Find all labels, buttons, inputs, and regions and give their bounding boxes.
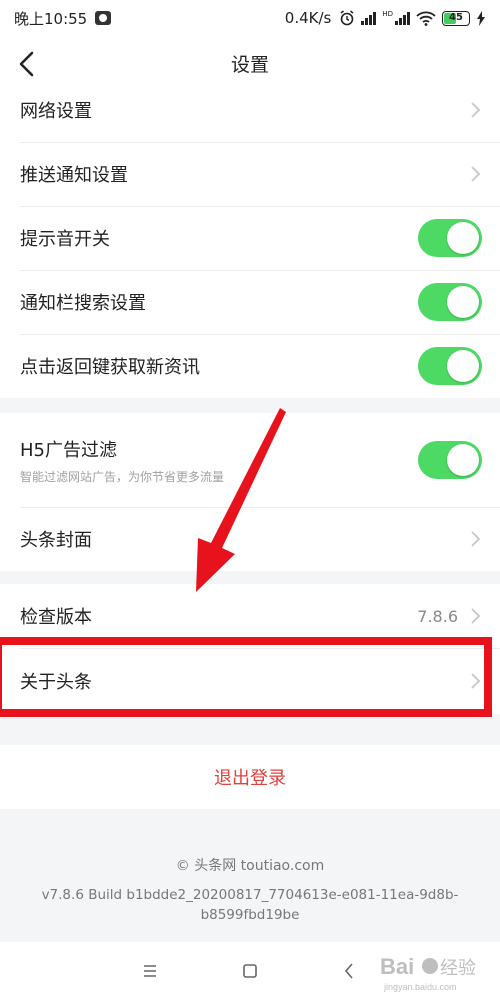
app-icon <box>95 11 112 25</box>
settings-group-content: H5广告过滤 智能过滤网站广告，为你节省更多流量 头条封面 <box>0 413 500 571</box>
row-h5-ad-filter: H5广告过滤 智能过滤网站广告，为你节省更多流量 <box>0 413 500 507</box>
back-icon[interactable] <box>338 959 362 983</box>
row-label: 点击返回键获取新资讯 <box>20 357 200 378</box>
chevron-left-icon[interactable] <box>16 50 40 78</box>
hd-label: HD <box>382 10 393 18</box>
chevron-right-icon <box>471 166 481 182</box>
row-back-refresh: 点击返回键获取新资讯 <box>0 334 500 398</box>
settings-group-about: 检查版本 7.8.6 关于头条 <box>0 584 500 714</box>
toggle-knob <box>447 222 479 254</box>
row-label: 推送通知设置 <box>20 165 128 186</box>
row-label: 关于头条 <box>20 672 92 693</box>
row-label: H5广告过滤 <box>20 439 117 461</box>
copyright-text: © 头条网 toutiao.com <box>175 858 325 874</box>
toggle-knob <box>447 350 479 382</box>
row-cover[interactable]: 头条封面 <box>0 507 500 571</box>
settings-group-general: 网络设置 推送通知设置 提示音开关 通知栏搜索设置 点击返回键获取新资讯 <box>0 78 500 398</box>
battery-icon: 45 <box>442 10 470 26</box>
logout-label: 退出登录 <box>214 768 286 789</box>
row-push-notification-settings[interactable]: 推送通知设置 <box>0 142 500 206</box>
chevron-right-icon <box>471 608 481 624</box>
battery-level: 45 <box>449 11 463 23</box>
status-right: 0.4K/s HD 45 <box>285 9 486 27</box>
signal-icon <box>361 11 377 25</box>
version-value: 7.8.6 <box>417 606 458 626</box>
page-title: 设置 <box>230 54 269 76</box>
hd-signal-icon <box>395 11 410 25</box>
h5-ad-filter-toggle[interactable] <box>418 441 482 479</box>
footer: © 头条网 toutiao.com v7.8.6 Build b1bdde2_2… <box>0 855 500 925</box>
row-label: 通知栏搜索设置 <box>20 293 146 314</box>
toggle-knob <box>447 444 479 476</box>
system-nav-bar <box>0 942 500 1000</box>
alarm-icon <box>339 10 355 26</box>
row-label: 检查版本 <box>20 607 92 628</box>
logout-button[interactable]: 退出登录 <box>0 745 500 809</box>
row-check-version[interactable]: 检查版本 7.8.6 <box>0 584 500 648</box>
chevron-right-icon <box>471 673 481 689</box>
wifi-icon <box>416 11 436 26</box>
charging-icon <box>476 10 486 26</box>
status-time: 晚上10:55 <box>14 9 88 28</box>
row-label: 网络设置 <box>20 101 92 122</box>
menu-icon[interactable] <box>138 959 162 983</box>
build-info: v7.8.6 Build b1bdde2_20200817_7704613e-e… <box>41 887 459 923</box>
chevron-right-icon <box>471 531 481 547</box>
toggle-knob <box>447 286 479 318</box>
notification-search-toggle[interactable] <box>418 283 482 321</box>
status-bar: 晚上10:55 0.4K/s HD 45 <box>0 0 500 36</box>
home-icon[interactable] <box>238 959 262 983</box>
sound-toggle[interactable] <box>418 219 482 257</box>
row-sound-toggle: 提示音开关 <box>0 206 500 270</box>
row-sublabel: 智能过滤网站广告，为你节省更多流量 <box>20 469 225 484</box>
row-text: H5广告过滤 智能过滤网站广告，为你节省更多流量 <box>20 436 224 485</box>
network-speed: 0.4K/s <box>284 9 332 27</box>
row-notification-search: 通知栏搜索设置 <box>0 270 500 334</box>
row-label: 提示音开关 <box>20 229 110 250</box>
chevron-right-icon <box>471 102 481 118</box>
row-label: 头条封面 <box>20 530 92 551</box>
row-about-toutiao[interactable]: 关于头条 <box>0 648 500 714</box>
back-refresh-toggle[interactable] <box>418 347 482 385</box>
row-network-settings[interactable]: 网络设置 <box>0 78 500 142</box>
